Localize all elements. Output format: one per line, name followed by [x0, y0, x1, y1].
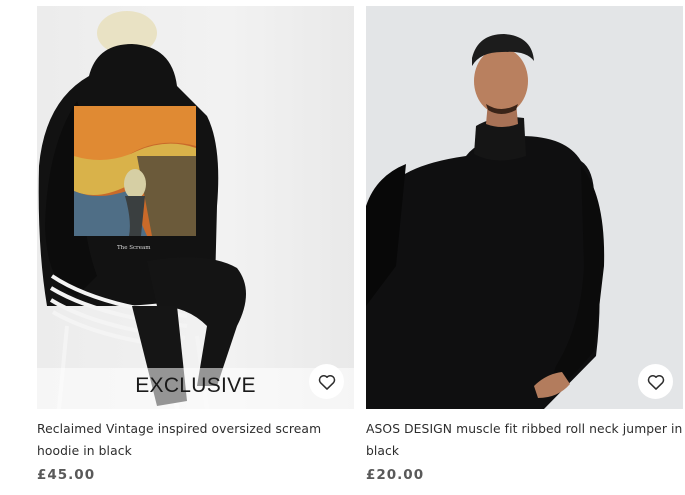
save-for-later-button[interactable] [638, 364, 673, 399]
product-title[interactable]: Reclaimed Vintage inspired oversized scr… [37, 418, 354, 462]
product-title[interactable]: ASOS DESIGN muscle fit ribbed roll neck … [366, 418, 683, 462]
print-caption: The Scream [117, 245, 151, 251]
product-price: £45.00 [37, 467, 96, 483]
save-for-later-button[interactable] [309, 364, 344, 399]
product-price: £20.00 [366, 467, 425, 483]
product-card[interactable]: ASOS DESIGN muscle fit ribbed roll neck … [366, 6, 683, 483]
badge-label: EXCLUSIVE [135, 374, 256, 397]
heart-outline-icon [647, 374, 664, 390]
exclusive-badge: EXCLUSIVE [37, 368, 354, 409]
product-image[interactable]: The Scream EXCLUSIVE [37, 6, 354, 409]
hoodie-model-photo: The Scream [38, 11, 246, 409]
jumper-model-photo [366, 6, 683, 409]
product-card[interactable]: The Scream EXCLUSIVE Reclaimed Vintage i… [37, 6, 354, 483]
product-grid: The Scream EXCLUSIVE Reclaimed Vintage i… [0, 0, 685, 495]
product-image[interactable] [366, 6, 683, 409]
heart-outline-icon [318, 374, 335, 390]
